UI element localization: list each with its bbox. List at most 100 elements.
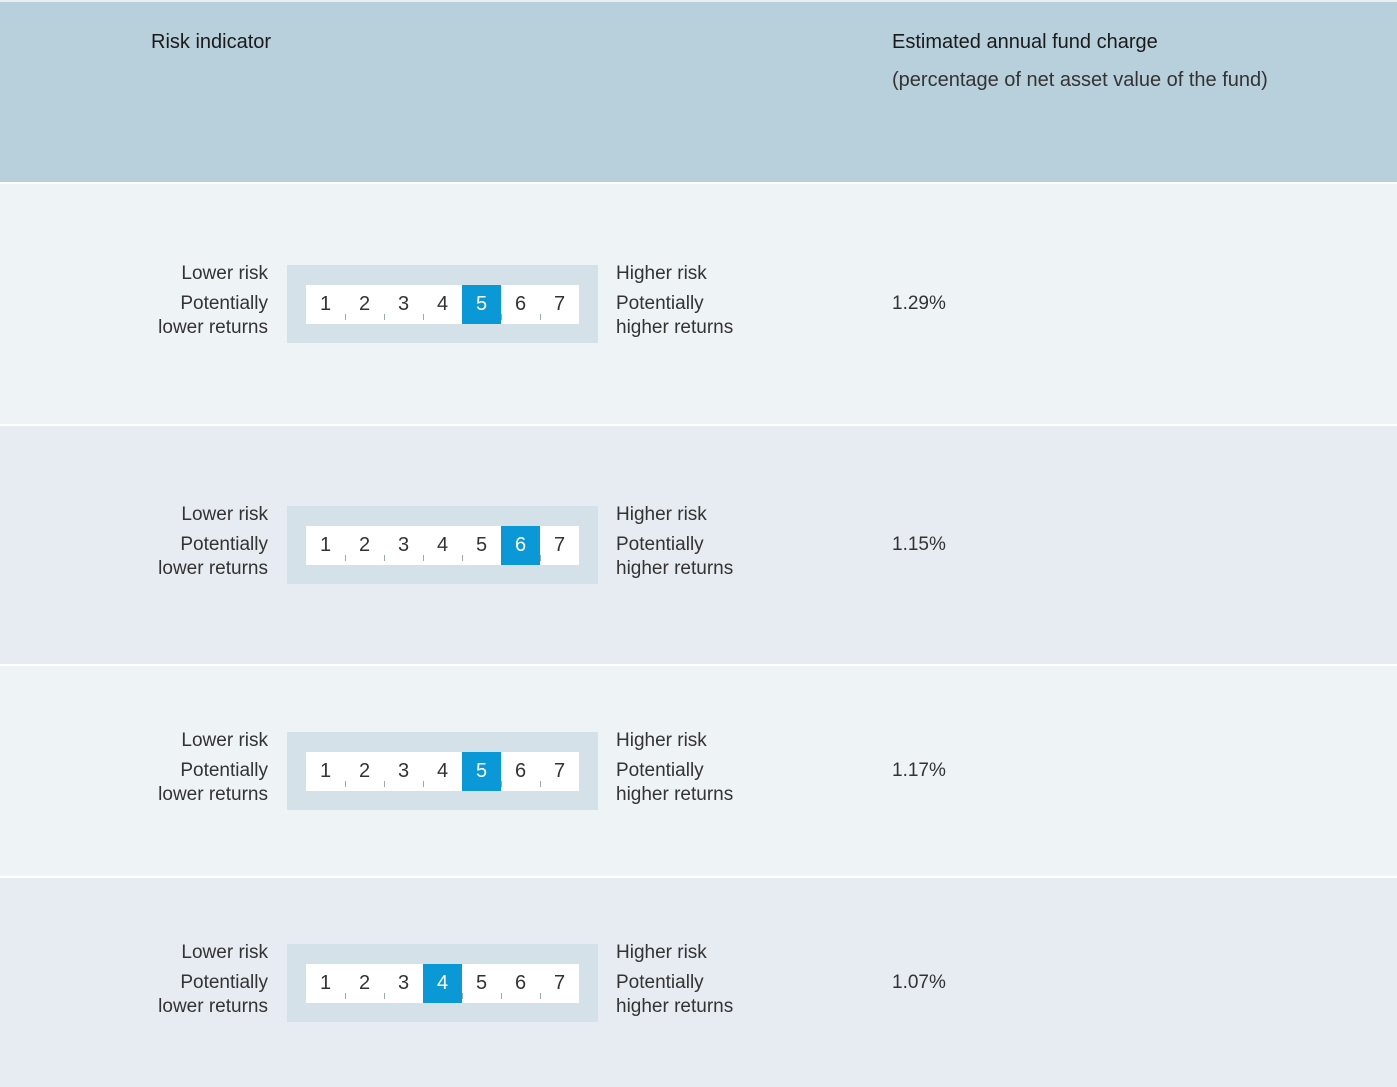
risk-level-number: 2 xyxy=(358,972,371,994)
risk-level-selected: 5 xyxy=(462,752,502,791)
risk-level-number: 5 xyxy=(475,534,488,556)
risk-level-number: 5 xyxy=(475,972,488,994)
risk-level-number: 2 xyxy=(358,534,371,556)
higher-risk-label: Higher risk Potentially higher returns xyxy=(616,262,816,340)
lower-risk-text: Lower risk xyxy=(181,504,268,525)
risk-level-cell: 7 xyxy=(540,285,579,324)
lower-risk-text: Lower risk xyxy=(181,942,268,963)
potentially-text: Potentially xyxy=(616,293,704,314)
risk-level-cell: 3 xyxy=(384,285,424,324)
table-row: Lower risk Potentially lower returns 1 2 3 4 5 6… xyxy=(0,424,1397,664)
fund-charge-subheading: (percentage of net asset value of the fu… xyxy=(892,69,1268,91)
risk-level-cell: 1 xyxy=(306,285,346,324)
risk-level-cell: 7 xyxy=(540,526,579,565)
higher-risk-text: Higher risk xyxy=(616,730,707,751)
risk-level-number: 6 xyxy=(514,760,527,782)
risk-level-cell: 7 xyxy=(540,752,579,791)
risk-scale: 1 2 3 4 5 6 7 xyxy=(287,506,598,584)
lower-risk-text: Lower risk xyxy=(181,730,268,751)
risk-level-cell: 5 xyxy=(462,526,502,565)
higher-risk-text: Higher risk xyxy=(616,942,707,963)
higher-returns-text: higher returns xyxy=(616,996,734,1017)
risk-level-number: 2 xyxy=(358,760,371,782)
higher-risk-label: Higher risk Potentially higher returns xyxy=(616,503,816,581)
fund-charge-value: 1.29% xyxy=(892,293,946,314)
table-row: Lower risk Potentially lower returns 1 2 3 4 5 6… xyxy=(0,664,1397,876)
higher-risk-text: Higher risk xyxy=(616,263,707,284)
higher-returns-text: higher returns xyxy=(616,317,734,338)
lower-returns-text: lower returns xyxy=(158,558,268,579)
risk-level-number: 3 xyxy=(397,972,410,994)
risk-scale: 1 2 3 4 5 6 7 xyxy=(287,944,598,1022)
risk-level-number: 7 xyxy=(553,760,566,782)
risk-level-cell: 7 xyxy=(540,964,579,1003)
risk-level-cell: 4 xyxy=(423,752,463,791)
higher-returns-text: higher returns xyxy=(616,558,734,579)
lower-risk-label: Lower risk Potentially lower returns xyxy=(120,941,268,1019)
risk-level-cell: 4 xyxy=(423,526,463,565)
risk-level-cell: 5 xyxy=(462,964,502,1003)
risk-level-number: 3 xyxy=(397,293,410,315)
fund-charge-table: Risk indicator Estimated annual fund cha… xyxy=(0,0,1397,1087)
risk-scale: 1 2 3 4 5 6 7 xyxy=(287,732,598,810)
fund-charge-value: 1.07% xyxy=(892,972,946,993)
fund-charge-heading: Estimated annual fund charge xyxy=(892,31,1158,53)
risk-level-number: 5 xyxy=(475,760,488,782)
potentially-text: Potentially xyxy=(616,534,704,555)
potentially-text: Potentially xyxy=(180,534,268,555)
risk-scale-track: 1 2 3 4 5 6 7 xyxy=(306,285,579,324)
risk-level-number: 7 xyxy=(553,293,566,315)
risk-level-number: 7 xyxy=(553,972,566,994)
risk-level-cell: 3 xyxy=(384,526,424,565)
risk-level-cell: 2 xyxy=(345,285,385,324)
risk-level-selected: 5 xyxy=(462,285,502,324)
potentially-text: Potentially xyxy=(180,972,268,993)
table-row: Lower risk Potentially lower returns 1 2 3 4 5 6… xyxy=(0,182,1397,424)
risk-level-selected: 6 xyxy=(501,526,541,565)
lower-risk-text: Lower risk xyxy=(181,263,268,284)
risk-level-number: 3 xyxy=(397,534,410,556)
risk-level-cell: 2 xyxy=(345,752,385,791)
risk-level-cell: 4 xyxy=(423,285,463,324)
risk-level-number: 4 xyxy=(436,760,449,782)
risk-level-cell: 6 xyxy=(501,285,541,324)
risk-level-number: 1 xyxy=(319,760,332,782)
higher-risk-text: Higher risk xyxy=(616,504,707,525)
risk-scale: 1 2 3 4 5 6 7 xyxy=(287,265,598,343)
risk-level-cell: 2 xyxy=(345,526,385,565)
risk-level-number: 5 xyxy=(475,293,488,315)
lower-returns-text: lower returns xyxy=(158,784,268,805)
fund-charge-value: 1.15% xyxy=(892,534,946,555)
risk-level-cell: 3 xyxy=(384,964,424,1003)
risk-scale-track: 1 2 3 4 5 6 7 xyxy=(306,964,579,1003)
risk-level-number: 1 xyxy=(319,534,332,556)
risk-scale-track: 1 2 3 4 5 6 7 xyxy=(306,526,579,565)
table-row: Lower risk Potentially lower returns 1 2 3 4 5 6… xyxy=(0,876,1397,1087)
risk-level-number: 3 xyxy=(397,760,410,782)
risk-level-number: 1 xyxy=(319,972,332,994)
fund-charge-value: 1.17% xyxy=(892,760,946,781)
risk-indicator-heading: Risk indicator xyxy=(151,31,272,53)
potentially-text: Potentially xyxy=(180,293,268,314)
risk-level-selected: 4 xyxy=(423,964,463,1003)
table-header: Risk indicator Estimated annual fund cha… xyxy=(0,0,1397,182)
risk-level-cell: 6 xyxy=(501,964,541,1003)
risk-level-number: 7 xyxy=(553,534,566,556)
lower-returns-text: lower returns xyxy=(158,317,268,338)
risk-level-cell: 1 xyxy=(306,752,346,791)
potentially-text: Potentially xyxy=(180,760,268,781)
risk-level-number: 1 xyxy=(319,293,332,315)
lower-risk-label: Lower risk Potentially lower returns xyxy=(120,262,268,340)
lower-risk-label: Lower risk Potentially lower returns xyxy=(120,503,268,581)
risk-level-number: 4 xyxy=(436,534,449,556)
higher-risk-label: Higher risk Potentially higher returns xyxy=(616,941,816,1019)
lower-risk-label: Lower risk Potentially lower returns xyxy=(120,729,268,807)
potentially-text: Potentially xyxy=(616,972,704,993)
risk-level-number: 4 xyxy=(436,972,449,994)
risk-level-number: 2 xyxy=(358,293,371,315)
risk-level-number: 4 xyxy=(436,293,449,315)
risk-level-cell: 6 xyxy=(501,752,541,791)
lower-returns-text: lower returns xyxy=(158,996,268,1017)
risk-level-cell: 2 xyxy=(345,964,385,1003)
risk-level-number: 6 xyxy=(514,293,527,315)
